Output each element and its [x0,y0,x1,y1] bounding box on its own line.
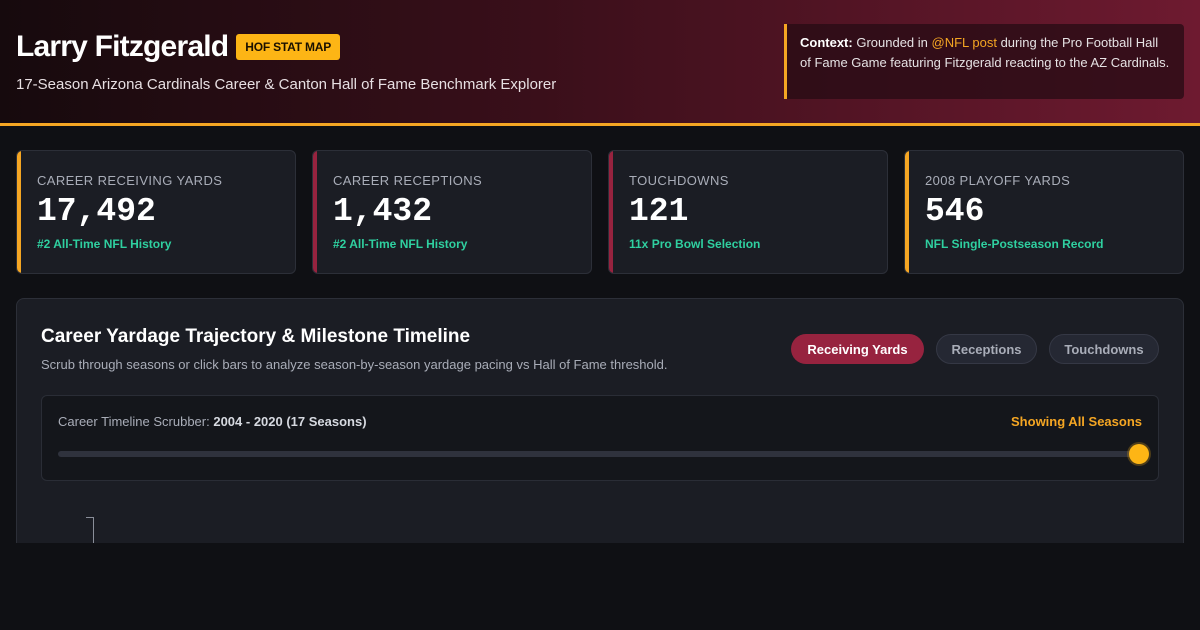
player-name: Larry Fitzgerald [16,30,229,63]
stat-note: #2 All-Time NFL History [37,237,172,251]
stat-value: 546 [925,193,985,230]
scrubber-range: 2004 - 2020 (17 Seasons) [213,414,367,429]
hof-stat-map-badge: HOF STAT MAP [236,34,341,60]
context-note: Context: Grounded in @NFL post during th… [784,24,1184,99]
tab-touchdowns[interactable]: Touchdowns [1049,334,1159,364]
stat-note: #2 All-Time NFL History [333,237,468,251]
page-bottom [0,543,1200,630]
page-subtitle: 17-Season Arizona Cardinals Career & Can… [16,76,557,93]
stat-value: 1,432 [333,193,433,230]
context-text-before: Grounded in [852,35,932,50]
stat-label: TOUCHDOWNS [629,173,729,188]
stat-card-receiving-yards: CAREER RECEIVING YARDS 17,492 #2 All-Tim… [16,150,296,274]
stat-card-receptions: CAREER RECEPTIONS 1,432 #2 All-Time NFL … [312,150,592,274]
tab-receptions[interactable]: Receptions [936,334,1037,364]
stat-note: 11x Pro Bowl Selection [629,237,761,251]
stat-card-accent [609,151,613,273]
context-label: Context: [800,35,853,50]
scrubber-thumb[interactable] [1129,444,1149,464]
stat-card-accent [905,151,909,273]
stat-card-touchdowns: TOUCHDOWNS 121 11x Pro Bowl Selection [608,150,888,274]
panel-title: Career Yardage Trajectory & Milestone Ti… [41,326,471,347]
stat-label: CAREER RECEPTIONS [333,173,483,188]
scrubber-track[interactable] [58,451,1140,457]
tab-receiving-yards[interactable]: Receiving Yards [791,334,924,364]
panel-description: Scrub through seasons or click bars to a… [41,357,668,372]
stat-card-accent [17,151,21,273]
stat-label: CAREER RECEIVING YARDS [37,173,223,188]
page-header: Larry Fitzgerald HOF STAT MAP 17-Season … [0,0,1200,126]
stat-note: NFL Single-Postseason Record [925,237,1104,251]
stat-value: 17,492 [37,193,156,230]
context-link[interactable]: @NFL post [932,35,997,50]
timeline-scrubber: Career Timeline Scrubber: 2004 - 2020 (1… [41,395,1159,481]
scrubber-label-prefix: Career Timeline Scrubber: [58,414,214,429]
stat-label: 2008 PLAYOFF YARDS [925,173,1071,188]
stat-value: 121 [629,193,689,230]
stat-card-accent [313,151,317,273]
scrubber-label: Career Timeline Scrubber: 2004 - 2020 (1… [58,414,367,429]
stat-card-playoff-yards: 2008 PLAYOFF YARDS 546 NFL Single-Postse… [904,150,1184,274]
scrubber-status: Showing All Seasons [1011,414,1142,429]
trajectory-panel: Career Yardage Trajectory & Milestone Ti… [16,298,1184,551]
title-row: Larry Fitzgerald HOF STAT MAP [16,30,341,64]
